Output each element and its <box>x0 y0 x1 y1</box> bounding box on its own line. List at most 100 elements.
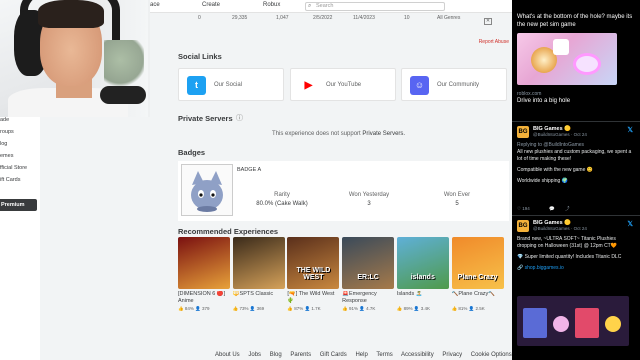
private-servers-title: Private Servers <box>178 114 233 123</box>
footer-link-privacy[interactable]: Privacy <box>442 352 462 358</box>
stat-favorites: 29,335 <box>232 15 248 21</box>
microphone <box>100 86 146 104</box>
tweet-1[interactable]: BG BIG Games 🟡 @BuildIntoGames · Oct 24 … <box>512 121 640 216</box>
footer-link-help[interactable]: Help <box>355 352 367 358</box>
game-stats-row: 0 29,335 1,047 2/5/2022 11/4/2023 10 All… <box>170 15 512 27</box>
share-icon[interactable]: ⤴ <box>565 206 570 211</box>
footer-link-accessibility[interactable]: Accessibility <box>401 352 434 358</box>
experience-rating: 73% <box>239 306 249 311</box>
experience-title[interactable]: 🔨Plane Crazy🔨 <box>452 291 504 305</box>
social-link-twitter[interactable]: t Our Social <box>178 68 284 101</box>
experience-stats: 👍 91% 👤 4.7K <box>342 306 394 312</box>
experience-title[interactable]: 🔱SPTS Classic <box>233 291 285 305</box>
ad-cta[interactable]: Drive into a big hole <box>517 98 570 104</box>
tweet-text-2: 💎 Super limited quantity! Includes Titan… <box>517 254 622 260</box>
tweet-link[interactable]: 🔗 shop.biggames.io <box>517 265 635 272</box>
experience-thumbnail[interactable]: Plane Crazy <box>451 237 504 289</box>
sidebar-item-gift-cards[interactable]: ift Cards <box>0 177 20 183</box>
thumbs-up-icon: 👍 <box>396 306 404 311</box>
info-icon[interactable]: ⓘ <box>236 113 243 123</box>
footer-link-cookie-options[interactable]: Cookie Options <box>471 352 512 358</box>
twitter-feed-panel: What's at the bottom of the hole? maybe … <box>512 0 640 360</box>
sidebar-item-blog[interactable]: log <box>0 141 7 147</box>
social-link-discord[interactable]: ☺ Our Community <box>401 68 507 101</box>
experience-thumbnail[interactable]: ER:LC <box>342 237 395 289</box>
social-links-title: Social Links <box>178 52 222 61</box>
experience-stats: 👍 81% 👤 2.5K <box>452 306 504 312</box>
tweet-author-handle: @BuildIntoGames · Oct 24 <box>533 132 587 137</box>
footer-link-terms[interactable]: Terms <box>376 352 392 358</box>
badge-image <box>181 164 233 216</box>
nav-link-marketplace[interactable]: ace <box>150 2 160 8</box>
experience-rating: 91% <box>348 306 358 311</box>
tweet-2[interactable]: BG BIG Games 🟡 @BuildIntoGames · Oct 24 … <box>512 215 640 300</box>
thumbs-up-icon: 👍 <box>232 306 240 311</box>
nav-link-robux[interactable]: Robux <box>263 2 280 8</box>
experience-card[interactable]: islands Islands 🏝️ 👍 89% 👤 3.4K <box>396 237 449 312</box>
tweet-divider <box>512 215 640 216</box>
search-icon: ⌕ <box>308 3 312 9</box>
sidebar-item-groups[interactable]: roups <box>0 129 14 135</box>
social-link-label: Our YouTube <box>326 82 362 88</box>
experience-card[interactable]: [DIMENSION 6 🔴] Anime 👍 84% 👤 379 <box>178 237 230 312</box>
ad-donut-graphic <box>573 53 601 75</box>
experience-thumbnail[interactable]: THE WILD WEST <box>287 237 340 289</box>
reply-icon[interactable]: 💬 <box>549 206 555 211</box>
ad-image[interactable] <box>517 33 617 85</box>
stat-genre: All Genres <box>437 15 461 21</box>
sidebar-item-official-store[interactable]: fficial Store <box>0 165 27 171</box>
experience-title[interactable]: [DIMENSION 6 🔴] Anime <box>178 291 230 305</box>
badge-stat-won-ever: Won Ever 5 <box>427 192 487 207</box>
experience-card[interactable]: ER:LC 🚨Emergency Response 👍 91% 👤 4.7K <box>342 237 395 312</box>
badge-stat-label: Won Ever <box>443 192 471 198</box>
report-flag-icon[interactable]: ✕ <box>484 18 492 25</box>
experience-stats: 👍 73% 👤 369 <box>233 306 285 312</box>
footer-links: About Us Jobs Blog Parents Gift Cards He… <box>215 352 519 358</box>
like-icon[interactable]: ♡ 194 <box>517 206 539 211</box>
social-link-youtube[interactable]: ▶ Our YouTube <box>290 68 396 101</box>
experience-player-count: 4.7K <box>366 306 376 311</box>
experience-title[interactable]: [🔫] The Wild West 🌵 <box>287 291 339 305</box>
ad-jar-graphic <box>553 39 569 55</box>
thumbs-up-icon: 👍 <box>342 306 349 311</box>
tweet-media-image[interactable] <box>517 296 629 346</box>
footer-link-gift-cards[interactable]: Gift Cards <box>320 352 347 358</box>
youtube-icon: ▶ <box>299 76 318 95</box>
premium-button[interactable]: Premium <box>0 199 37 211</box>
nav-link-create[interactable]: Create <box>202 2 220 8</box>
footer-link-about[interactable]: About Us <box>215 352 240 358</box>
experience-title[interactable]: Islands 🏝️ <box>397 291 449 305</box>
stat-visits: 1,047 <box>276 15 289 21</box>
webcam-plant <box>104 40 144 90</box>
experience-thumbnail[interactable]: islands <box>396 237 449 289</box>
plush-box-graphic <box>523 308 547 338</box>
badge-card[interactable]: BADGE A Rarity 80.0% (Cake Walk) Won Yes… <box>178 161 509 221</box>
experience-title[interactable]: 🚨Emergency Response <box>342 291 394 305</box>
ad-url[interactable]: roblox.com <box>517 91 541 97</box>
footer-link-parents[interactable]: Parents <box>290 352 311 358</box>
twitter-icon: t <box>187 76 206 95</box>
experience-card[interactable]: THE WILD WEST [🔫] The Wild West 🌵 👍 87% 👤 … <box>287 237 340 312</box>
experience-rating: 89% <box>403 306 413 311</box>
search-placeholder: Search <box>316 3 334 9</box>
avatar[interactable]: BG <box>517 220 529 232</box>
sidebar-item-themes[interactable]: emes <box>0 153 13 159</box>
search-input[interactable]: ⌕ Search <box>305 2 445 11</box>
sidebar-item-trade[interactable]: ade <box>0 117 9 123</box>
players-icon: 👤 <box>248 306 257 311</box>
experience-thumbnail[interactable] <box>232 237 285 289</box>
experience-card[interactable]: 🔱SPTS Classic 👍 73% 👤 369 <box>232 237 285 312</box>
experience-player-count: 2.5K <box>475 306 485 311</box>
badge-name: BADGE A <box>237 167 262 173</box>
recommended-title: Recommended Experiences <box>178 227 279 236</box>
report-abuse-link[interactable]: Report Abuse <box>479 39 509 45</box>
footer-link-blog[interactable]: Blog <box>270 352 282 358</box>
avatar[interactable]: BG <box>517 126 529 138</box>
tweet-author-handle: @BuildIntoGames · Oct 24 <box>533 226 587 231</box>
experience-thumbnail[interactable] <box>178 237 230 289</box>
experience-thumbnail-text: Plane Crazy <box>457 274 498 281</box>
private-servers-message: This experience does not support Private… <box>272 131 405 137</box>
footer-link-jobs[interactable]: Jobs <box>248 352 261 358</box>
experience-card[interactable]: Plane Crazy 🔨Plane Crazy🔨 👍 81% 👤 2.5K <box>451 237 504 312</box>
tweet-body: Brand new, ~ULTRA SOFT~ Titanic Plushies… <box>517 236 635 272</box>
